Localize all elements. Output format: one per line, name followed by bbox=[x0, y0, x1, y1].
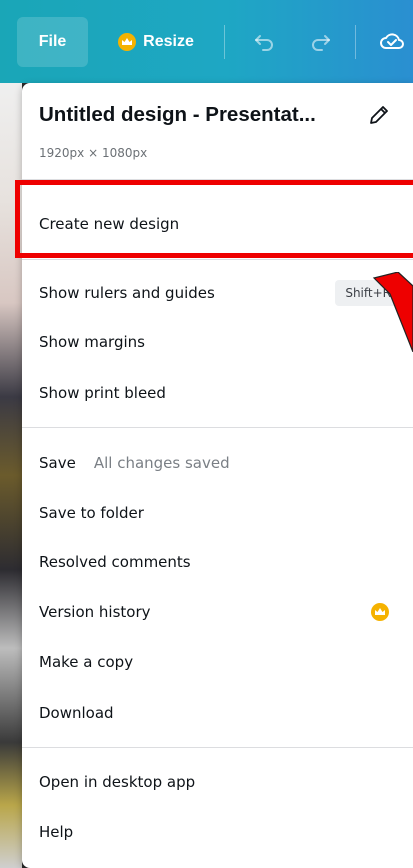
toolbar-divider bbox=[224, 25, 225, 59]
download-label: Download bbox=[39, 704, 114, 722]
show-print-bleed-item[interactable]: Show print bleed bbox=[22, 373, 413, 413]
save-to-folder-label: Save to folder bbox=[39, 504, 144, 522]
open-desktop-app-label: Open in desktop app bbox=[39, 773, 196, 791]
undo-icon[interactable] bbox=[250, 27, 278, 55]
resize-button[interactable]: Resize bbox=[106, 17, 206, 67]
pencil-icon[interactable] bbox=[367, 103, 391, 127]
document-dimensions: 1920px × 1080px bbox=[39, 146, 148, 160]
make-a-copy-item[interactable]: Make a copy bbox=[22, 642, 413, 682]
show-margins-item[interactable]: Show margins bbox=[22, 322, 413, 362]
save-to-folder-item[interactable]: Save to folder bbox=[22, 493, 413, 533]
show-margins-label: Show margins bbox=[39, 333, 145, 351]
redo-icon[interactable] bbox=[307, 27, 335, 55]
document-title[interactable]: Untitled design - Presentat... bbox=[39, 103, 349, 127]
toolbar-divider bbox=[355, 25, 356, 59]
save-item[interactable]: Save All changes saved bbox=[22, 443, 413, 483]
resize-label: Resize bbox=[143, 33, 194, 50]
crown-icon bbox=[118, 33, 137, 51]
file-label: File bbox=[38, 33, 67, 50]
cloud-check-icon[interactable] bbox=[378, 27, 406, 55]
menu-divider bbox=[22, 427, 413, 428]
annotation-arrow bbox=[372, 272, 413, 352]
version-history-item[interactable]: Version history bbox=[22, 592, 413, 632]
menu-divider bbox=[22, 259, 413, 260]
save-status: All changes saved bbox=[93, 454, 230, 472]
show-rulers-item[interactable]: Show rulers and guides Shift+R bbox=[22, 273, 413, 313]
make-a-copy-label: Make a copy bbox=[39, 653, 134, 671]
crown-icon bbox=[371, 603, 389, 621]
save-label: Save bbox=[39, 454, 76, 472]
show-rulers-label: Show rulers and guides bbox=[39, 284, 215, 302]
resolved-comments-item[interactable]: Resolved comments bbox=[22, 542, 413, 582]
menu-divider bbox=[22, 747, 413, 748]
download-item[interactable]: Download bbox=[22, 693, 413, 733]
resolved-comments-label: Resolved comments bbox=[39, 553, 191, 571]
top-toolbar: File Resize bbox=[0, 0, 413, 83]
annotation-highlight-box bbox=[15, 180, 413, 258]
version-history-label: Version history bbox=[39, 603, 151, 621]
help-item[interactable]: Help bbox=[22, 812, 413, 852]
show-print-bleed-label: Show print bleed bbox=[39, 384, 166, 402]
help-label: Help bbox=[39, 823, 74, 841]
open-desktop-app-item[interactable]: Open in desktop app bbox=[22, 762, 413, 802]
file-menu-button[interactable]: File bbox=[17, 17, 88, 67]
